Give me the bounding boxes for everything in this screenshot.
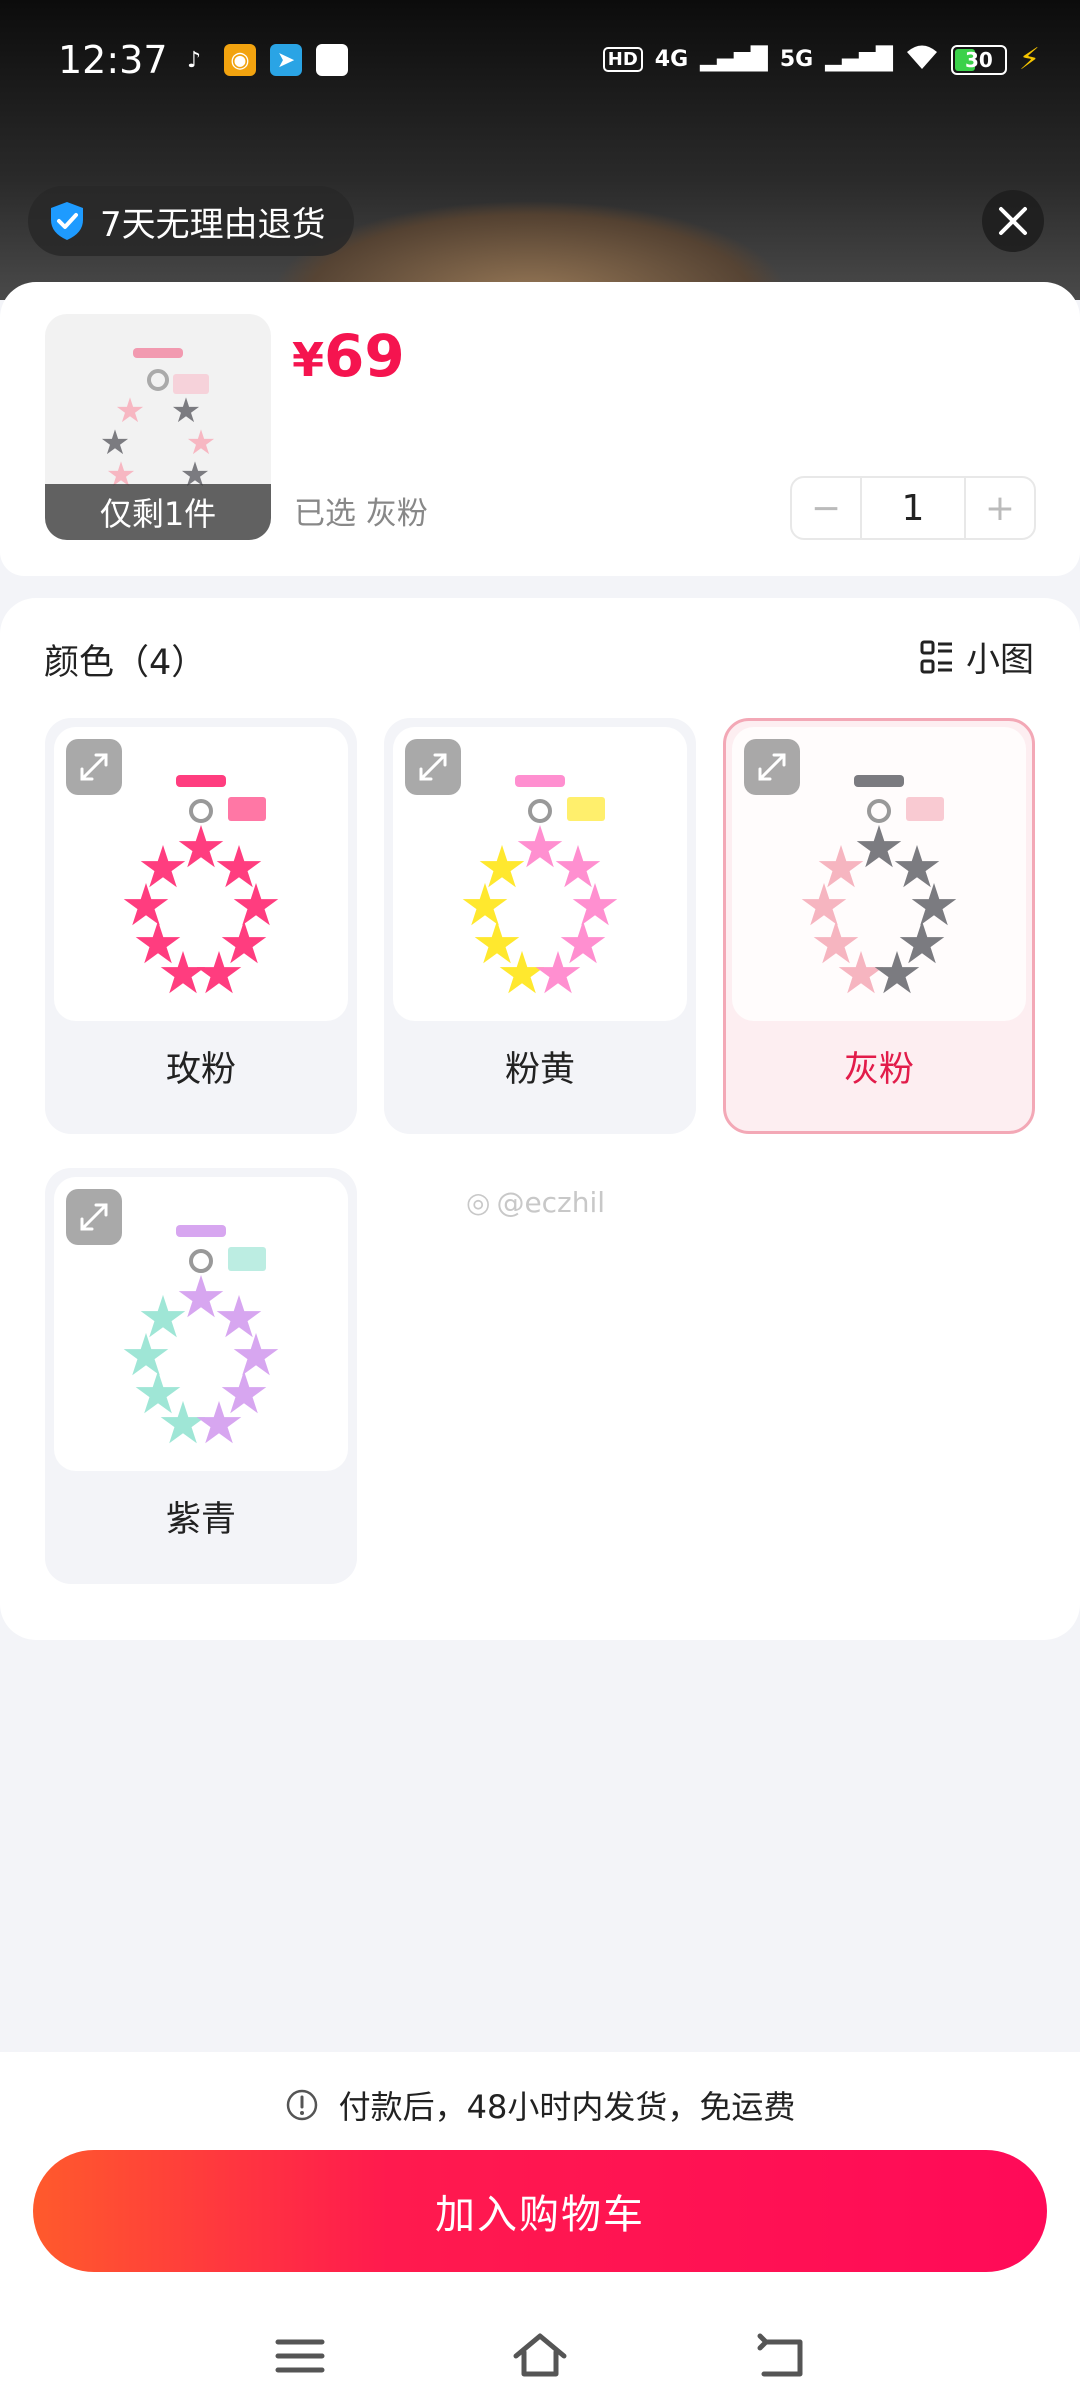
weibo-icon: ◉ (224, 44, 256, 76)
options-title: 颜色（4） (44, 643, 207, 683)
system-nav-bar (0, 2304, 1080, 2400)
stock-tag: 仅剩1件 (45, 484, 271, 540)
watermark: ◎ @eczhil (466, 1186, 605, 1219)
return-policy-label: 7天无理由退货 (100, 204, 326, 245)
swatch-image: ★ ★ ★ ★ ★ ★ ★ ★ ★ (54, 1177, 348, 1471)
shipping-note: 付款后，48小时内发货，免运费 (0, 2082, 1080, 2128)
quantity-stepper: − 1 + (790, 476, 1036, 540)
bottom-action-bar: 付款后，48小时内发货，免运费 加入购物车 (0, 2052, 1080, 2400)
price-value: 69 (324, 322, 405, 390)
expand-button[interactable] (405, 739, 461, 795)
currency-symbol: ¥ (292, 333, 325, 387)
expand-button[interactable] (744, 739, 800, 795)
quantity-value[interactable]: 1 (860, 478, 966, 538)
home-icon[interactable] (510, 2326, 570, 2386)
increase-quantity-button[interactable]: + (966, 478, 1034, 538)
expand-button[interactable] (66, 1189, 122, 1245)
network-4g-indicator: 4G (654, 47, 689, 72)
swatch-image: ★ ★ ★ ★ ★ ★ ★ ★ ★ (393, 727, 687, 1021)
product-price: ¥69 (292, 322, 405, 390)
swatch-label: 灰粉 (843, 1050, 914, 1090)
svg-text:★: ★ (871, 939, 923, 1007)
expand-icon (80, 753, 108, 781)
svg-text:★: ★ (532, 939, 584, 1007)
expand-icon (80, 1203, 108, 1231)
weibo-icon: ◎ (466, 1186, 491, 1219)
charging-icon: ⚡ (1018, 42, 1040, 77)
shipping-note-text: 付款后，48小时内发货，免运费 (338, 2088, 796, 2126)
small-view-toggle[interactable]: 小图 (920, 632, 1034, 681)
battery-indicator: 30 (950, 44, 1007, 75)
swatch-label: 玫粉 (165, 1050, 236, 1090)
add-to-cart-button[interactable]: 加入购物车 (33, 2150, 1047, 2272)
selected-variant-text: 已选 灰粉 (294, 496, 428, 532)
swatch-label: 紫青 (165, 1500, 236, 1540)
list-view-icon (920, 640, 952, 673)
status-time: 12:37 (58, 38, 168, 82)
close-button[interactable] (982, 190, 1044, 252)
white-square-icon (316, 44, 348, 76)
signal-icon: ▂▄▆█ (825, 47, 893, 72)
hd-indicator: HD (602, 47, 643, 72)
svg-text:★: ★ (193, 1389, 245, 1457)
swatch-image: ★ ★ ★ ★ ★ ★ ★ ★ ★ (54, 727, 348, 1021)
telegram-icon: ➤ (270, 44, 302, 76)
product-summary-card: ★ ★ ★ ★ ★ ★ 仅剩1件 ¥69 已选 灰粉 − 1 + (0, 282, 1080, 576)
tiktok-icon: ♪ (186, 47, 202, 73)
status-bar: 12:37 ♪ ◉ ➤ HD 4G ▂▄▆█ 5G ▂▄▆█ 30 ⚡ (0, 0, 1080, 120)
swatch-image: ★ ★ ★ ★ ★ ★ ★ ★ ★ (732, 727, 1026, 1021)
view-toggle-label: 小图 (966, 640, 1034, 680)
wifi-icon (905, 43, 939, 77)
color-options-panel: 颜色（4） 小图 ★ ★ ★ ★ ★ ★ ★ ★ ★ 玫粉 ★ ★ ★ ★ ★ … (0, 598, 1080, 1640)
network-5g-indicator: 5G (779, 47, 814, 72)
shield-check-icon (51, 202, 83, 240)
return-policy-badge[interactable]: 7天无理由退货 (28, 186, 354, 256)
swatch-label: 粉黄 (504, 1050, 575, 1090)
color-swatch[interactable]: ★ ★ ★ ★ ★ ★ ★ ★ ★ 玫粉 (45, 718, 357, 1134)
svg-text:★: ★ (193, 939, 245, 1007)
color-swatch[interactable]: ★ ★ ★ ★ ★ ★ ★ ★ ★ 粉黄 (384, 718, 696, 1134)
product-thumbnail[interactable]: ★ ★ ★ ★ ★ ★ 仅剩1件 (45, 314, 271, 540)
close-icon (999, 207, 1027, 235)
watermark-text: @eczhil (496, 1186, 606, 1219)
expand-icon (419, 753, 447, 781)
expand-icon (758, 753, 786, 781)
color-swatch[interactable]: ★ ★ ★ ★ ★ ★ ★ ★ ★ 紫青 (45, 1168, 357, 1584)
signal-icon: ▂▄▆█ (700, 47, 768, 72)
decrease-quantity-button[interactable]: − (792, 478, 860, 538)
color-swatch[interactable]: ★ ★ ★ ★ ★ ★ ★ ★ ★ 灰粉 (723, 718, 1035, 1134)
back-icon[interactable] (752, 2326, 812, 2386)
expand-button[interactable] (66, 739, 122, 795)
menu-icon[interactable] (270, 2326, 330, 2386)
info-icon (286, 2089, 317, 2121)
